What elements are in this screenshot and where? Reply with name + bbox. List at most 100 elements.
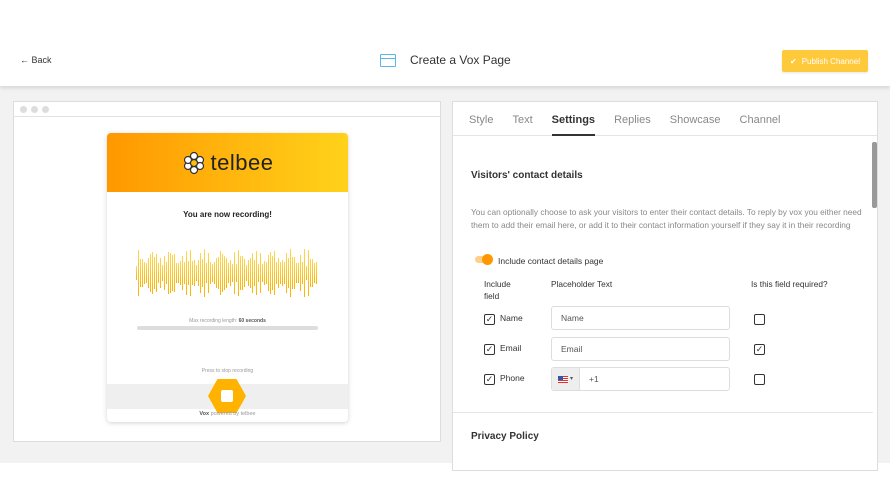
country-flag-dropdown[interactable]: ▾ (552, 368, 580, 390)
waveform-bar (302, 261, 303, 285)
waveform-bar (216, 257, 217, 289)
waveform-bar (226, 258, 227, 288)
phone-required-checkbox[interactable] (754, 374, 765, 385)
caret-down-icon: ▾ (569, 376, 573, 382)
waveform-bar (168, 251, 169, 295)
waveform-bar (180, 260, 181, 286)
waveform-bar (194, 259, 195, 287)
waveform-bar (146, 262, 147, 284)
settings-panel: Style Text Settings Replies Showcase Cha… (452, 101, 878, 471)
vox-page-preview: telbee You are now recording! Max record… (107, 133, 348, 422)
waveform-bar (228, 262, 229, 284)
tab-showcase[interactable]: Showcase (670, 102, 721, 136)
waveform-bar (162, 264, 163, 282)
waveform-bar (136, 266, 137, 280)
waveform-bar (266, 262, 267, 284)
waveform-bar (202, 258, 203, 288)
waveform-bar (160, 257, 161, 289)
max-length-text: Max recording length: 60 seconds (189, 318, 266, 324)
waveform-bar (170, 253, 171, 293)
waveform-bar (312, 259, 313, 287)
waveform-bar (158, 262, 159, 284)
waveform-bar (214, 261, 215, 285)
waveform-bar (208, 253, 209, 293)
tab-settings[interactable]: Settings (551, 102, 596, 136)
waveform-bar (196, 264, 197, 282)
waveform-bar (200, 252, 201, 294)
brand-name: telbee (210, 149, 274, 175)
contact-details-toggle[interactable] (475, 254, 493, 265)
waveform-bar (234, 251, 235, 295)
us-flag-icon (557, 375, 568, 383)
waveform-bar (152, 252, 153, 294)
waveform-bar (140, 259, 141, 287)
tab-channel[interactable]: Channel (740, 102, 781, 136)
telbee-logo-icon (183, 151, 204, 174)
waveform-bar (166, 262, 167, 284)
window-dots (14, 102, 440, 117)
waveform-bar (300, 255, 301, 291)
waveform-bar (218, 256, 219, 290)
waveform-bar (172, 254, 173, 292)
preview-panel: telbee You are now recording! Max record… (13, 101, 441, 442)
include-name-checkbox[interactable]: ✓ (484, 314, 495, 325)
waveform-bar (236, 263, 237, 283)
waveform-bar (184, 262, 185, 284)
waveform-bar (282, 260, 283, 286)
waveform-bar (304, 248, 305, 298)
waveform-bar (242, 255, 243, 291)
waveform-bar (174, 254, 175, 292)
email-placeholder-input[interactable]: Email (551, 337, 730, 361)
waveform-bar (244, 258, 245, 288)
col-include: Include field (484, 279, 511, 301)
waveform-bar (296, 263, 297, 283)
waveform-bar (294, 256, 295, 290)
waveform-bar (232, 264, 233, 282)
waveform-bar (298, 263, 299, 283)
recording-title: You are now recording! (183, 210, 272, 219)
press-to-stop-text: Press to stop recording (201, 368, 254, 374)
publish-label: Publish Channel (801, 56, 860, 66)
waveform-bar (238, 249, 239, 297)
waveform-bar (316, 262, 317, 284)
waveform-bar (292, 257, 293, 289)
back-button[interactable]: ← Back (20, 55, 52, 65)
waveform-bar (176, 262, 177, 284)
scrollbar[interactable] (872, 142, 877, 208)
tab-replies[interactable]: Replies (614, 102, 651, 136)
tab-text[interactable]: Text (512, 102, 532, 136)
publish-channel-button[interactable]: ✔ Publish Channel (782, 50, 868, 72)
divider (453, 412, 873, 413)
phone-placeholder-input[interactable]: ▾ +1 (551, 367, 730, 391)
name-required-checkbox[interactable] (754, 314, 765, 325)
waveform-bar (164, 256, 165, 290)
email-required-checkbox[interactable]: ✓ (754, 344, 765, 355)
recording-progress-bar (137, 326, 318, 330)
waveform-bar (260, 253, 261, 293)
col-required: Is this field required? (751, 279, 828, 289)
waveform-bar (280, 261, 281, 285)
top-bar: ← Back Create a Vox Page ✔ Publish Chann… (0, 0, 890, 86)
waveform-bar (222, 254, 223, 292)
waveform-bar (206, 263, 207, 283)
name-placeholder-input[interactable]: Name (551, 306, 730, 330)
waveform-bar (192, 260, 193, 286)
include-email-checkbox[interactable]: ✓ (484, 344, 495, 355)
include-phone-checkbox[interactable]: ✓ (484, 374, 495, 385)
waveform-bar (284, 261, 285, 285)
waveform-bar (258, 263, 259, 283)
waveform-bar (310, 259, 311, 287)
waveform-bar (154, 257, 155, 289)
waveform-bar (314, 262, 315, 284)
waveform-bar (278, 257, 279, 289)
powered-by: Vox powered by telbee (199, 411, 256, 417)
waveform-bar (288, 258, 289, 288)
waveform-bar (220, 250, 221, 296)
waveform-bar (182, 255, 183, 291)
tab-style[interactable]: Style (469, 102, 493, 136)
waveform-bar (308, 250, 309, 296)
waveform-bar (240, 256, 241, 290)
waveform-bar (230, 260, 231, 286)
waveform-bar (306, 265, 307, 281)
waveform-bar (256, 251, 257, 295)
